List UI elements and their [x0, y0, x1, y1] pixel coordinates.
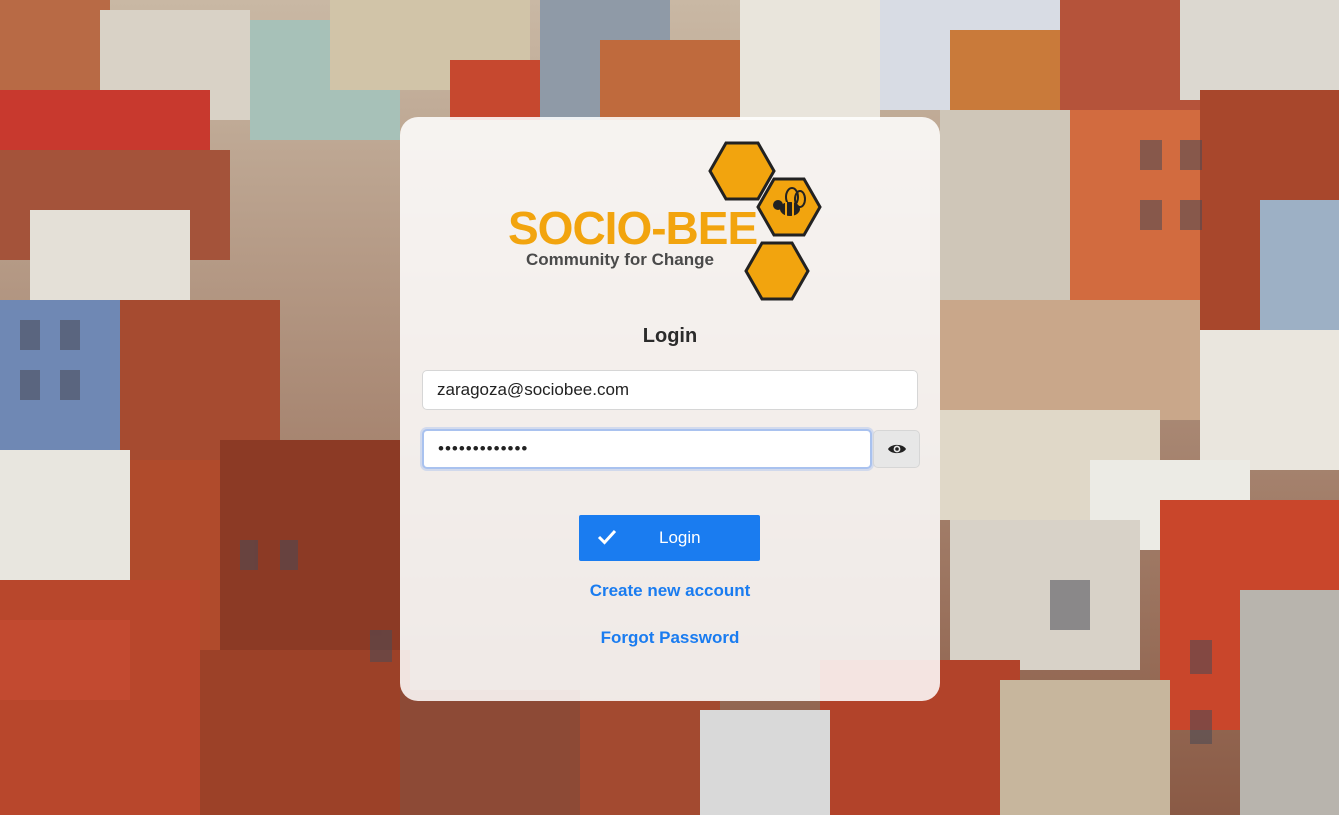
login-card: SOCIO-BEE Community for Change Login Log… — [400, 117, 940, 701]
create-account-link[interactable]: Create new account — [400, 581, 940, 601]
forgot-password-link[interactable]: Forgot Password — [400, 628, 940, 648]
login-button[interactable]: Login — [579, 515, 760, 561]
check-icon — [597, 529, 617, 545]
email-field[interactable] — [422, 370, 918, 410]
socio-bee-logo: SOCIO-BEE Community for Change — [508, 139, 838, 309]
eye-icon — [887, 444, 906, 454]
login-heading: Login — [642, 325, 698, 347]
logo-title: SOCIO-BEE — [508, 202, 758, 254]
toggle-password-visibility-button[interactable] — [873, 430, 920, 468]
password-field[interactable] — [422, 429, 872, 469]
login-button-label: Login — [659, 528, 701, 547]
logo-subtitle: Community for Change — [526, 250, 714, 269]
